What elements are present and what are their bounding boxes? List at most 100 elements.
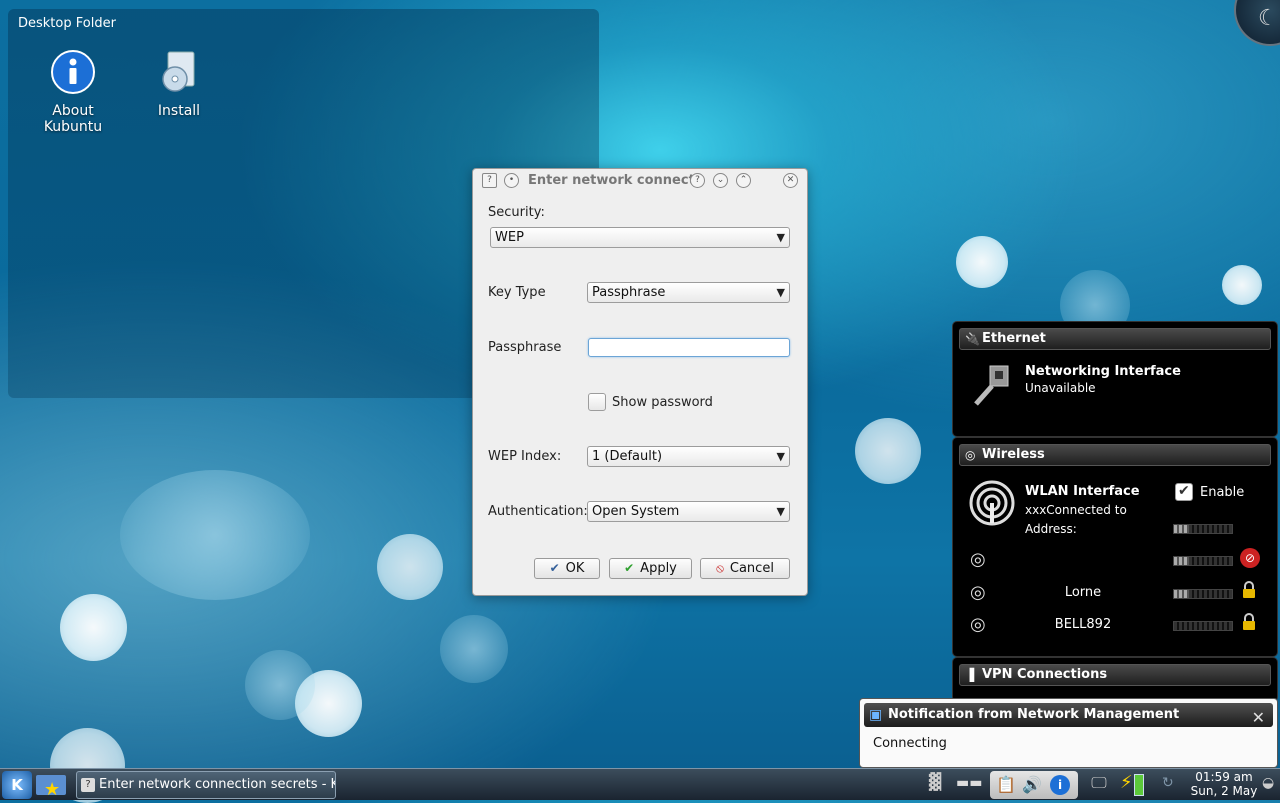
access-point-icon: ◎ — [970, 582, 986, 603]
security-label: Security: — [488, 205, 545, 220]
network-name: BELL892 — [1054, 617, 1112, 632]
access-point-icon: ◎ — [970, 614, 986, 635]
security-select[interactable]: WEP ▼ — [490, 227, 790, 248]
close-icon[interactable]: ✕ — [783, 173, 798, 188]
wlan-address-label: Address: — [1025, 522, 1077, 536]
plug-icon: 🔌 — [965, 332, 980, 346]
signal-strength-meter — [1173, 621, 1233, 631]
signal-strength-meter — [1173, 556, 1233, 566]
vpn-panel: ▐ VPN Connections — [952, 657, 1278, 702]
network-notification: ▣ Notification from Network Management ✕… — [859, 698, 1278, 768]
clock[interactable]: 01:59 am Sun, 2 May — [1184, 770, 1264, 798]
bokeh-bubble — [60, 594, 127, 661]
cancel-button[interactable]: ⦸ Cancel — [700, 558, 790, 579]
install-cd-icon — [162, 51, 195, 92]
network-wired-tray-icon[interactable]: ▬▬ — [956, 775, 984, 795]
key-type-select[interactable]: Passphrase ▼ — [587, 282, 790, 303]
key-type-select-value: Passphrase — [592, 285, 666, 300]
authentication-label: Authentication: — [488, 504, 588, 519]
authentication-select[interactable]: Open System ▼ — [587, 501, 790, 522]
bokeh-bubble — [245, 650, 315, 720]
clock-date: Sun, 2 May — [1190, 784, 1258, 798]
desktop-icon-label: Install — [157, 103, 201, 119]
wep-index-select-value: 1 (Default) — [592, 449, 663, 464]
ethernet-panel: 🔌 Ethernet Networking Interface Unavaila… — [952, 321, 1278, 437]
wlan-antenna-icon — [969, 480, 1015, 526]
notification-message: Connecting — [873, 736, 947, 751]
bokeh-bubble — [956, 236, 1008, 288]
network-tray-icon[interactable]: ▓ — [924, 772, 946, 798]
close-icon[interactable]: ✕ — [1252, 706, 1265, 730]
network-manager-icon: ▣ — [869, 707, 883, 723]
folder-star-icon[interactable]: ★ — [36, 773, 68, 800]
show-password-label[interactable]: Show password — [612, 395, 713, 410]
apply-button-label: Apply — [640, 561, 677, 576]
checkmark-icon: ✔ — [549, 561, 560, 575]
wireless-header: ◎ Wireless — [959, 444, 1271, 466]
window-menu-icon[interactable]: • — [504, 173, 519, 188]
wireless-network-row[interactable]: ◎ BELL892 — [953, 611, 1279, 639]
wireless-network-row[interactable]: ◎ ⊘ — [953, 546, 1279, 574]
dialog-titlebar[interactable]: ? • Enter network connect ? ⌄ ⌃ ✕ — [473, 169, 807, 193]
notification-header: ▣ Notification from Network Management ✕ — [864, 703, 1273, 727]
chevron-down-icon: ▼ — [776, 450, 785, 463]
panel-toolbox-icon[interactable]: ◒ — [1262, 775, 1274, 791]
authentication-select-value: Open System — [592, 504, 680, 519]
key-type-label: Key Type — [488, 285, 546, 300]
desktop-icon-install[interactable]: Install — [139, 49, 219, 119]
wireless-icon: ◎ — [965, 448, 976, 462]
ok-button[interactable]: ✔ OK — [534, 558, 600, 579]
show-password-checkbox[interactable] — [588, 393, 606, 411]
maximize-icon[interactable]: ⌃ — [736, 173, 751, 188]
speaker-icon[interactable]: 🔊 — [1022, 775, 1042, 794]
help-question-icon[interactable]: ? — [482, 173, 497, 188]
ethernet-status: Unavailable — [1025, 381, 1096, 395]
desktop-icon-label: About — [52, 103, 94, 119]
network-secrets-dialog: ? • Enter network connect ? ⌄ ⌃ ✕ Securi… — [472, 168, 808, 596]
bokeh-bubble — [855, 418, 921, 484]
clipboard-icon[interactable]: 📋 — [996, 775, 1016, 794]
bokeh-bubble — [1222, 265, 1262, 305]
info-icon — [51, 50, 95, 94]
ethernet-header: 🔌 Ethernet — [959, 328, 1271, 350]
clock-time: 01:59 am — [1195, 770, 1253, 784]
desktop-icon-label: Kubuntu — [43, 119, 103, 135]
checkmark-icon: ✔ — [624, 561, 635, 575]
wep-index-select[interactable]: 1 (Default) ▼ — [587, 446, 790, 467]
vpn-header: ▐ VPN Connections — [959, 664, 1271, 686]
monitor-tray-icon[interactable]: 🖵 — [1088, 773, 1110, 797]
desktop-cashew-button[interactable]: ☾ — [1234, 0, 1280, 46]
notification-title: Notification from Network Management — [888, 707, 1180, 722]
wireless-network-row[interactable]: ◎ Lorne — [953, 579, 1279, 607]
passphrase-input[interactable] — [588, 338, 790, 357]
wireless-title: Wireless — [982, 447, 1045, 462]
taskbar-task-network-secrets[interactable]: ? Enter network connection secrets - KD — [76, 771, 336, 799]
wlan-signal-meter — [1173, 524, 1233, 534]
dialog-title: Enter network connect — [528, 173, 695, 188]
lock-icon — [1243, 613, 1255, 630]
checkmark-icon: ✔ — [1178, 483, 1190, 499]
ethernet-interface-name: Networking Interface — [1025, 364, 1181, 379]
minimize-icon[interactable]: ⌄ — [713, 173, 728, 188]
desktop-icon-about-kubuntu[interactable]: About Kubuntu — [33, 49, 113, 135]
kde-menu-icon[interactable]: K — [2, 771, 32, 799]
cancel-button-label: Cancel — [729, 561, 774, 576]
apply-button[interactable]: ✔ Apply — [609, 558, 692, 579]
battery-icon[interactable]: ⚡ — [1120, 772, 1148, 798]
bokeh-bubble — [440, 615, 508, 683]
ethernet-cable-icon — [974, 365, 1009, 406]
wireless-enable-label: Enable — [1200, 485, 1245, 500]
context-help-icon[interactable]: ? — [690, 173, 705, 188]
chevron-down-icon: ▼ — [776, 231, 785, 244]
wireless-enable-checkbox[interactable]: ✔ — [1175, 483, 1193, 501]
desktop-folder-title: Desktop Folder — [18, 16, 116, 31]
signal-strength-meter — [1173, 589, 1233, 599]
info-tray-icon[interactable]: i — [1050, 775, 1070, 795]
ok-button-label: OK — [565, 561, 585, 576]
refresh-tray-icon[interactable]: ↻ — [1162, 775, 1174, 791]
chevron-down-icon: ▼ — [776, 286, 785, 299]
lock-icon — [1243, 581, 1255, 598]
cancel-icon: ⦸ — [716, 561, 724, 575]
vpn-icon: ▐ — [965, 668, 975, 682]
system-tray: 📋 🔊 i — [990, 771, 1078, 799]
